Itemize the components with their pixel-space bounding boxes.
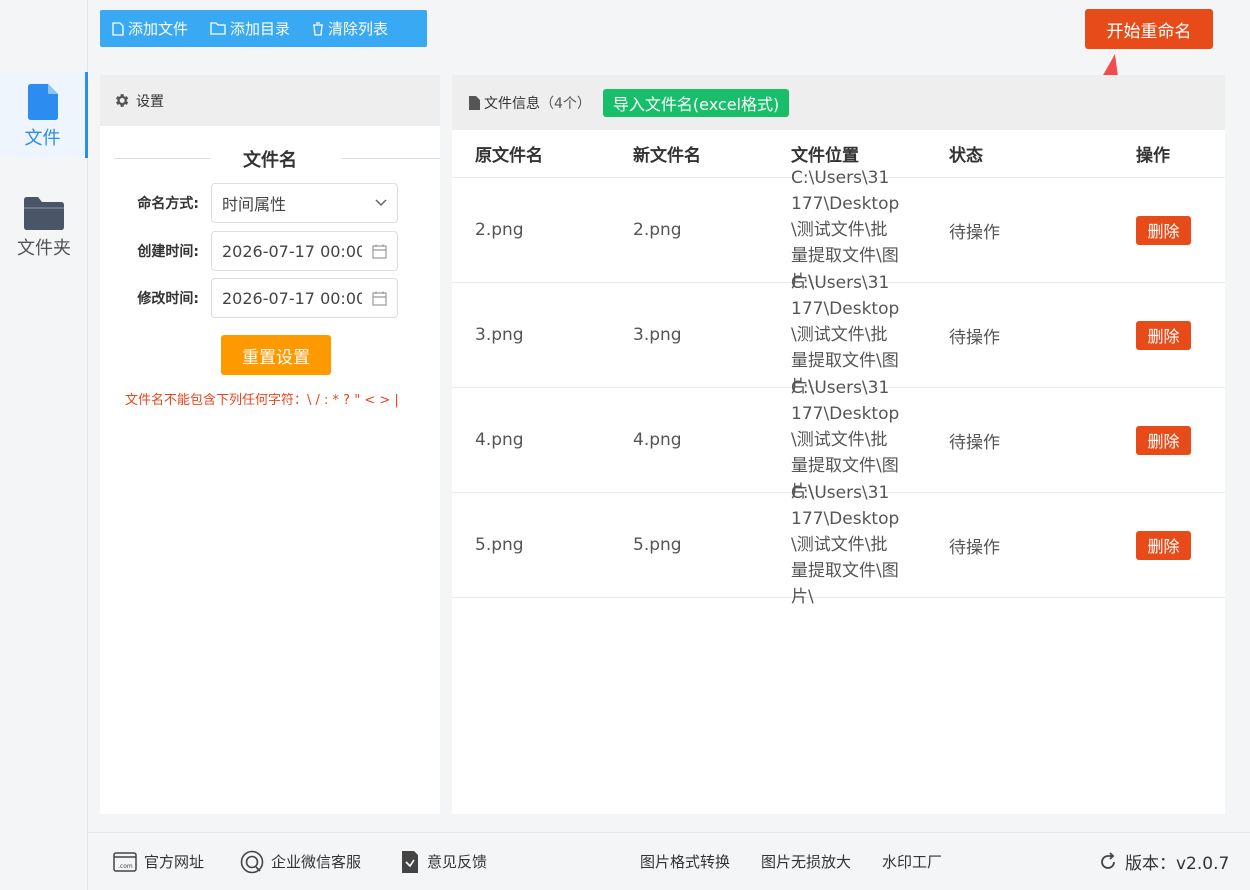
add-dir-button[interactable]: 添加目录 xyxy=(210,18,290,39)
settings-title: 设置 xyxy=(136,93,164,110)
nav-item-folder[interactable]: 文件夹 xyxy=(0,190,88,270)
table-row: 2.png 2.png C:\Users\31177\Desktop\测试文件\… xyxy=(452,168,1225,292)
divider xyxy=(342,158,440,159)
delete-button[interactable]: 删除 xyxy=(1136,425,1191,455)
modified-time-row: 修改时间: 2026-07-17 00:00 xyxy=(100,278,440,318)
file-info-title: 文件信息 xyxy=(484,95,540,112)
created-time-value: 2026-07-17 00:00 xyxy=(222,241,362,261)
cell-original-name: 4.png xyxy=(475,430,524,450)
file-count: （4个） xyxy=(540,95,591,112)
divider xyxy=(114,158,210,159)
calendar-icon xyxy=(372,244,387,259)
delete-button[interactable]: 删除 xyxy=(1136,530,1191,560)
nav-label-folder: 文件夹 xyxy=(17,238,71,259)
cell-original-name: 2.png xyxy=(475,220,524,240)
trash-icon xyxy=(313,21,324,36)
cell-new-name: 4.png xyxy=(633,430,682,450)
file-info-header: 文件信息 （4个） 导入文件名(excel格式) xyxy=(452,75,1225,130)
col-new-name: 新文件名 xyxy=(633,146,701,166)
gear-icon xyxy=(116,94,129,107)
cell-status: 待操作 xyxy=(949,537,1000,558)
table-row: 3.png 3.png C:\Users\31177\Desktop\测试文件\… xyxy=(452,273,1225,397)
naming-method-select[interactable]: 时间属性 xyxy=(211,183,398,223)
cell-new-name: 3.png xyxy=(633,325,682,345)
table-row: 4.png 4.png C:\Users\31177\Desktop\测试文件\… xyxy=(452,378,1225,502)
version-label: 版本：v2.0.7 xyxy=(1125,854,1230,874)
settings-panel: 设置 文件名 命名方式: 时间属性 创建时间: 2026-07-17 00:00… xyxy=(100,75,440,814)
cell-action: 删除 xyxy=(1113,530,1225,560)
filename-warning: 文件名不能包含下列任何字符：\ / : * ? " < > | xyxy=(125,393,399,408)
created-time-input[interactable]: 2026-07-17 00:00 xyxy=(211,231,398,271)
website-icon: .com xyxy=(113,851,137,872)
created-time-row: 创建时间: 2026-07-17 00:00 xyxy=(100,231,440,271)
wechat-icon xyxy=(240,850,264,873)
nav-item-file[interactable]: 文件 xyxy=(0,72,88,158)
top-toolbar: 添加文件 添加目录 清除列表 xyxy=(100,10,427,47)
delete-button[interactable]: 删除 xyxy=(1136,320,1191,350)
cell-status: 待操作 xyxy=(949,222,1000,243)
cell-original-name: 5.png xyxy=(475,535,524,555)
add-file-label: 添加文件 xyxy=(128,20,189,38)
cell-action: 删除 xyxy=(1113,425,1225,455)
import-excel-button[interactable]: 导入文件名(excel格式) xyxy=(602,88,790,117)
cell-action: 删除 xyxy=(1113,320,1225,350)
version-info[interactable]: 版本：v2.0.7 xyxy=(1098,849,1229,874)
watermark-factory-link[interactable]: 水印工厂 xyxy=(882,851,942,872)
file-outline-icon xyxy=(112,21,124,36)
cell-location: C:\Users\31177\Desktop\测试文件\批量提取文件\图片\ xyxy=(791,483,900,607)
modified-time-input[interactable]: 2026-07-17 00:00 xyxy=(211,278,398,318)
naming-method-value: 时间属性 xyxy=(222,195,287,214)
cell-new-name: 5.png xyxy=(633,535,682,555)
image-upscale-link[interactable]: 图片无损放大 xyxy=(761,851,851,872)
official-website-label: 官方网址 xyxy=(144,853,205,871)
file-info-panel: 文件信息 （4个） 导入文件名(excel格式) 原文件名 新文件名 文件位置 … xyxy=(452,75,1225,814)
clear-list-button[interactable]: 清除列表 xyxy=(312,18,388,39)
wechat-service-label: 企业微信客服 xyxy=(271,853,362,871)
col-status: 状态 xyxy=(949,146,983,166)
svg-text:.com: .com xyxy=(118,863,133,870)
image-format-convert-link[interactable]: 图片格式转换 xyxy=(640,851,730,872)
cell-original-name: 3.png xyxy=(475,325,524,345)
feedback-label: 意见反馈 xyxy=(427,853,488,871)
file-icon xyxy=(27,84,58,120)
add-file-button[interactable]: 添加文件 xyxy=(112,18,188,39)
calendar-icon xyxy=(372,291,387,306)
reset-settings-button[interactable]: 重置设置 xyxy=(221,335,331,375)
naming-method-row: 命名方式: 时间属性 xyxy=(100,183,440,223)
col-original-name: 原文件名 xyxy=(475,146,543,166)
feedback-icon xyxy=(402,850,418,873)
cell-action: 删除 xyxy=(1113,215,1225,245)
wechat-service-link[interactable]: 企业微信客服 xyxy=(240,850,361,874)
refresh-icon xyxy=(1101,851,1115,869)
col-action: 操作 xyxy=(1136,146,1170,166)
chevron-down-icon xyxy=(375,199,387,207)
start-rename-button[interactable]: 开始重命名 xyxy=(1085,9,1213,49)
created-time-label: 创建时间: xyxy=(137,244,199,260)
feedback-link[interactable]: 意见反馈 xyxy=(400,850,487,874)
footer-bar: .com 官方网址 企业微信客服 意见反馈 图片格式转换 图片无损放大 水印工厂… xyxy=(88,832,1250,890)
left-nav: 文件 文件夹 xyxy=(0,0,88,890)
modified-time-label: 修改时间: xyxy=(137,291,199,307)
nav-label-file: 文件 xyxy=(24,128,61,149)
cell-status: 待操作 xyxy=(949,432,1000,453)
file-icon xyxy=(469,95,480,110)
cell-new-name: 2.png xyxy=(633,220,682,240)
section-title-text: 文件名 xyxy=(243,150,297,171)
naming-method-label: 命名方式: xyxy=(137,196,199,212)
modified-time-value: 2026-07-17 00:00 xyxy=(222,288,362,308)
cell-status: 待操作 xyxy=(949,327,1000,348)
delete-button[interactable]: 删除 xyxy=(1136,215,1191,245)
clear-list-label: 清除列表 xyxy=(328,20,389,38)
folder-outline-icon xyxy=(210,22,226,35)
filename-section-title: 文件名 xyxy=(100,126,440,188)
official-website-link[interactable]: .com 官方网址 xyxy=(113,851,204,872)
add-dir-label: 添加目录 xyxy=(230,20,291,38)
settings-header: 设置 xyxy=(100,75,440,126)
folder-icon xyxy=(24,197,64,230)
col-location: 文件位置 xyxy=(791,146,859,166)
table-row: 5.png 5.png C:\Users\31177\Desktop\测试文件\… xyxy=(452,483,1225,607)
